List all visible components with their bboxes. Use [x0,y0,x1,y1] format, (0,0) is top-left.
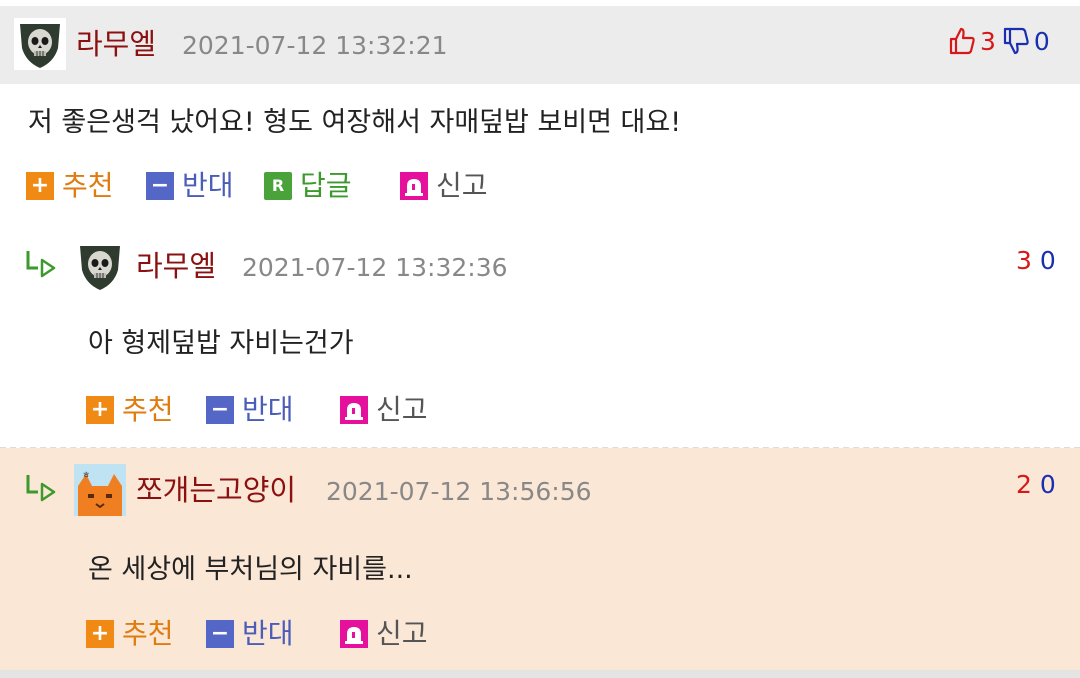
nickname[interactable]: 라무엘 [136,252,216,281]
reply-label: 답글 [300,169,352,202]
reply-icon: R [264,172,292,200]
downvote-count: 0 [1033,26,1050,56]
comment-date: 2021-07-12 13:32:36 [242,253,508,282]
bottom-bar [0,670,1080,678]
siren-icon [340,620,368,648]
comment-text: 아 형제덮밥 자비는건가 [88,328,354,359]
upvote-count: 3 [1016,246,1032,275]
reply-arrow-icon [26,475,56,502]
report-label: 신고 [376,393,428,426]
nickname[interactable]: 라무엘 [76,30,156,59]
comment-header [0,6,1080,84]
vote-counts: 2 0 [1016,472,1056,497]
comment-text: 저 좋은생걱 났어요! 형도 여장해서 자매덮밥 보비면 대요! [28,107,682,138]
report-label: 신고 [436,169,488,202]
oppose-button[interactable]: − 반대 [206,620,294,648]
comment-reply: 라무엘 2021-07-12 13:32:36 3 0 아 형제덮밥 자비는건가… [0,226,1080,448]
oppose-label: 반대 [242,393,294,426]
siren-icon [400,172,428,200]
plus-icon: + [86,620,114,648]
upvote-count: 3 [980,26,996,56]
recommend-button[interactable]: + 추천 [26,172,114,200]
plus-icon: + [26,172,54,200]
downvote-count: 0 [1039,470,1056,499]
recommend-button[interactable]: + 추천 [86,620,174,648]
oppose-label: 반대 [182,169,234,202]
nickname[interactable]: 쪼개는고양이 [136,476,296,505]
plus-icon: + [86,396,114,424]
oppose-button[interactable]: − 반대 [206,396,294,424]
svg-text:ㅎ: ㅎ [82,471,90,481]
reply-button[interactable]: R 답글 [264,172,352,200]
report-label: 신고 [376,617,428,650]
siren-icon [340,396,368,424]
oppose-button[interactable]: − 반대 [146,172,234,200]
downvote-count: 0 [1039,246,1056,275]
report-button[interactable]: 신고 [340,620,428,648]
skull-avatar-icon[interactable] [14,18,66,70]
upvote-count: 2 [1016,470,1032,499]
recommend-button[interactable]: + 추천 [86,396,174,424]
report-button[interactable]: 신고 [400,172,488,200]
comment-text: 온 세상에 부처님의 자비를... [88,554,413,585]
comment-reply: ㅎ 쪼개는고양이 2021-07-12 13:56:56 2 0 온 세상에 부… [0,448,1080,670]
report-button[interactable]: 신고 [340,396,428,424]
minus-icon: − [206,620,234,648]
oppose-label: 반대 [242,617,294,650]
thumbs-down-icon[interactable] [1002,26,1030,56]
thumbs-up-icon[interactable] [948,26,976,56]
cat-avatar-icon[interactable]: ㅎ [74,464,126,516]
recommend-label: 추천 [122,617,174,650]
vote-counts: 3 0 [1016,248,1056,273]
comment-date: 2021-07-12 13:32:21 [182,31,448,60]
comment-date: 2021-07-12 13:56:56 [326,477,592,506]
vote-counts: 3 0 [948,26,1050,56]
recommend-label: 추천 [122,393,174,426]
minus-icon: − [206,396,234,424]
minus-icon: − [146,172,174,200]
comment: 라무엘 2021-07-12 13:32:21 3 0 저 좋은생걱 났어요! … [0,6,1080,226]
skull-avatar-icon[interactable] [74,240,126,292]
reply-arrow-icon [26,251,56,278]
recommend-label: 추천 [62,169,114,202]
